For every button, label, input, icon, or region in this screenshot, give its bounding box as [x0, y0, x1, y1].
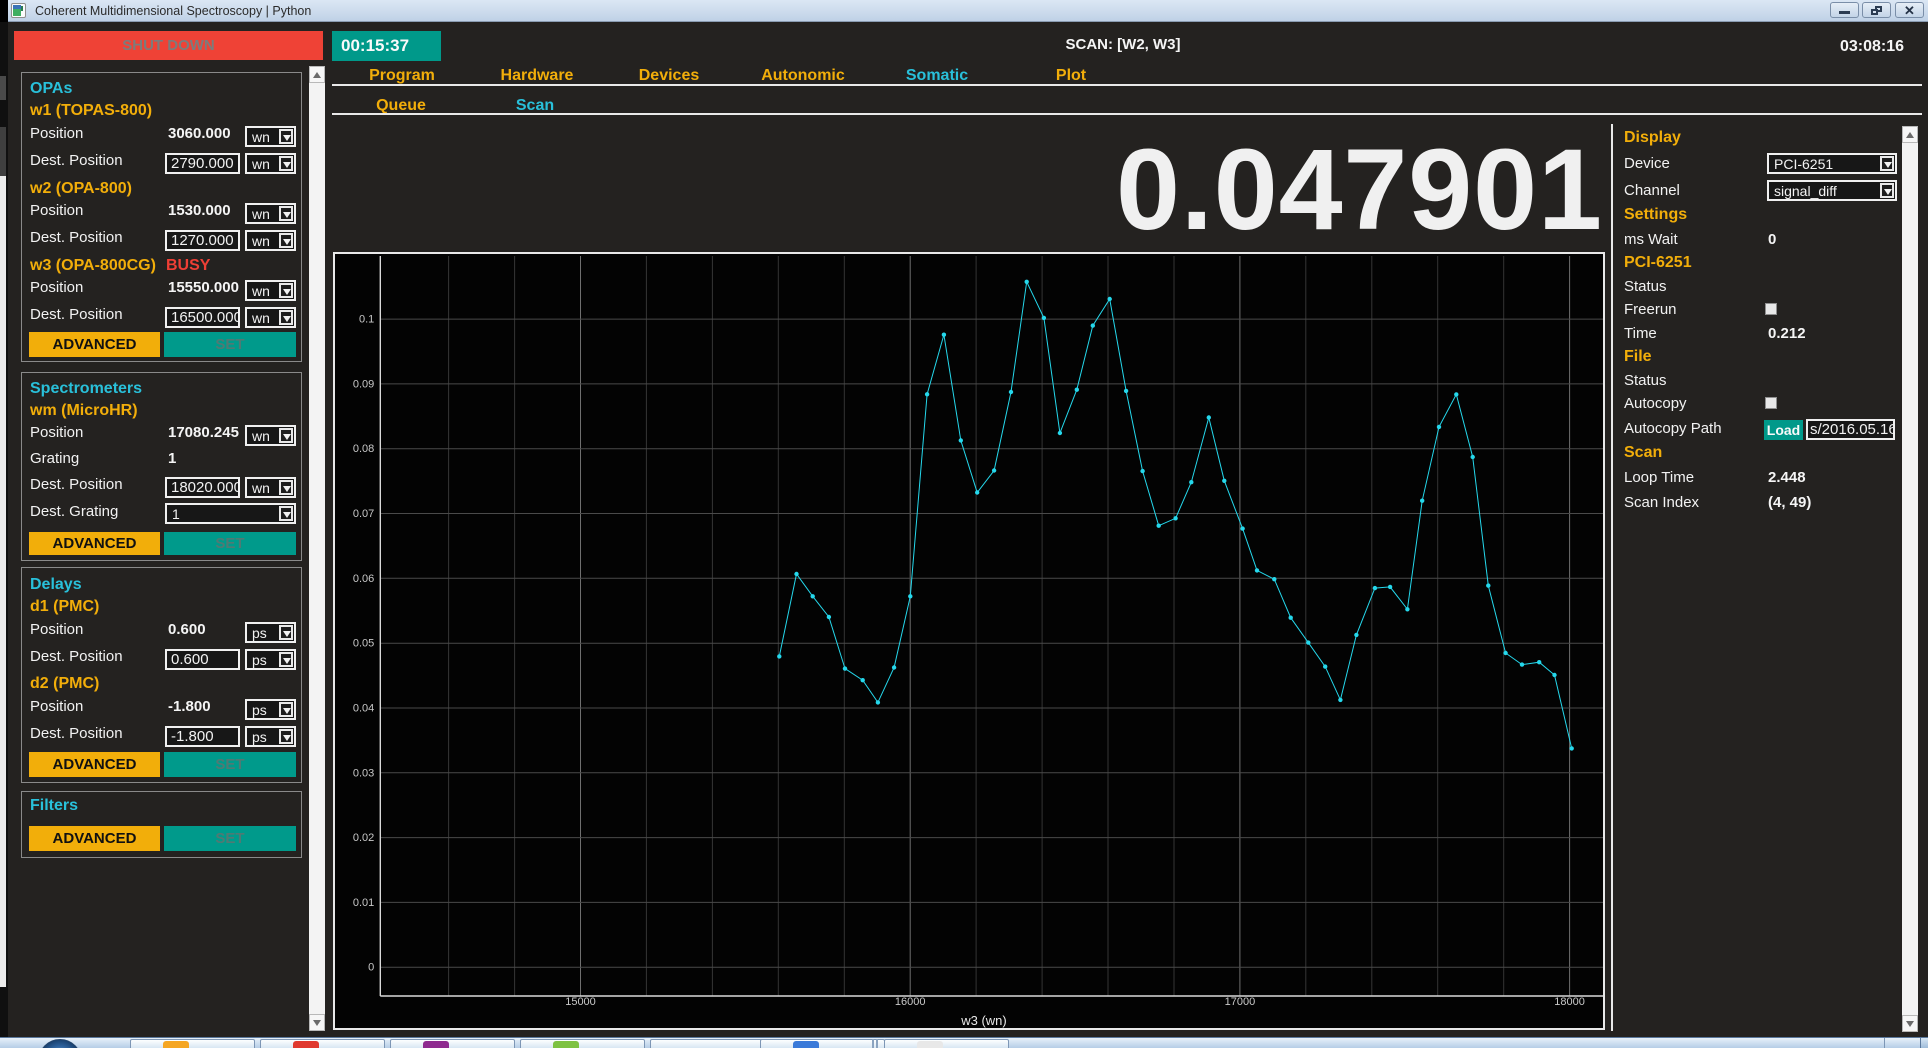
svg-text:0.05: 0.05: [353, 638, 374, 650]
svg-text:0.03: 0.03: [353, 767, 374, 779]
svg-text:0.02: 0.02: [353, 832, 374, 844]
svg-text:0.01: 0.01: [353, 897, 374, 909]
svg-text:15000: 15000: [565, 996, 596, 1008]
svg-text:16000: 16000: [895, 996, 926, 1008]
svg-text:18000: 18000: [1554, 996, 1585, 1008]
svg-text:0.07: 0.07: [353, 508, 374, 520]
svg-text:w3 (wn): w3 (wn): [960, 1013, 1007, 1028]
svg-text:0.06: 0.06: [353, 573, 374, 585]
svg-text:0.08: 0.08: [353, 443, 374, 455]
svg-text:17000: 17000: [1225, 996, 1256, 1008]
svg-text:0.04: 0.04: [353, 703, 374, 715]
svg-text:0.09: 0.09: [353, 378, 374, 390]
svg-text:0.1: 0.1: [359, 314, 374, 326]
svg-text:0: 0: [368, 962, 374, 974]
